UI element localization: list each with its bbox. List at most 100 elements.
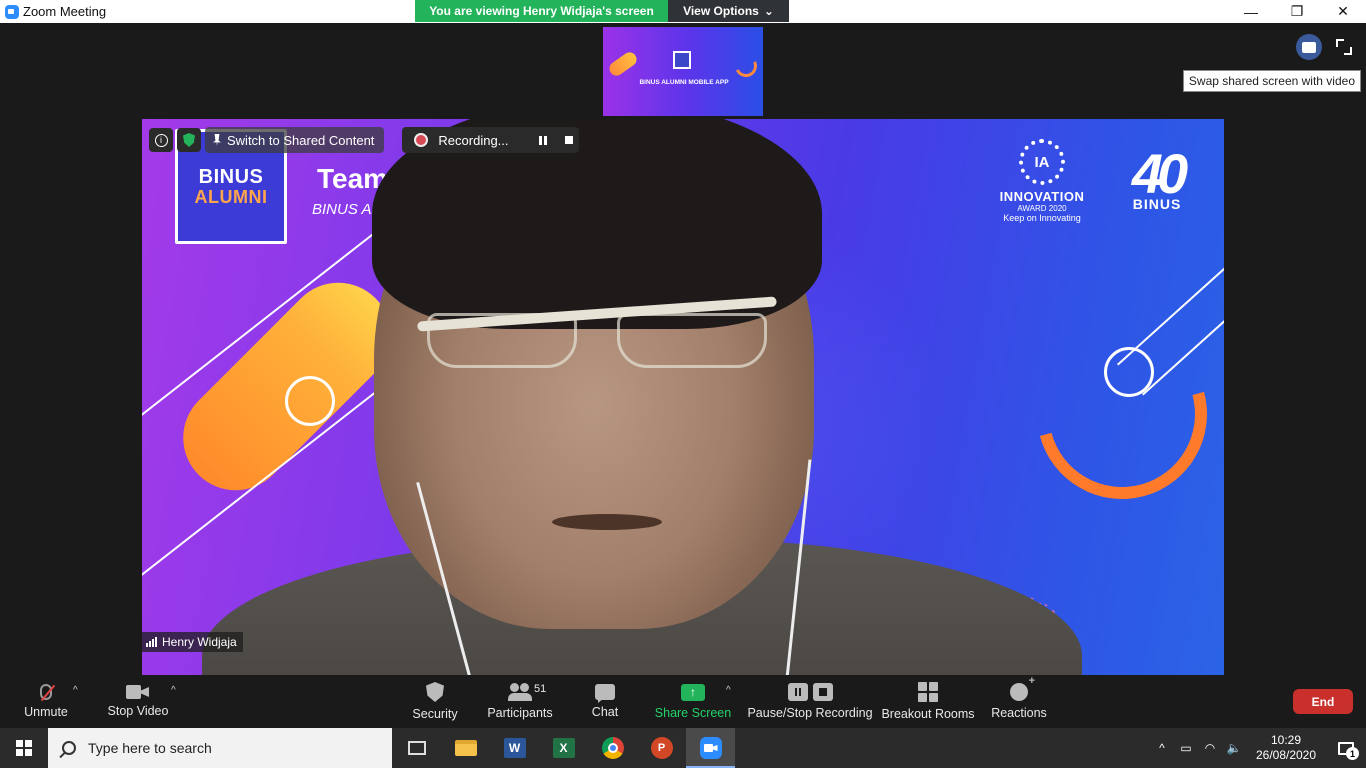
word-button[interactable]: W <box>490 728 539 768</box>
zoom-taskbar-button[interactable] <box>686 728 735 768</box>
search-icon <box>62 741 76 755</box>
chrome-button[interactable] <box>588 728 637 768</box>
excel-button[interactable]: X <box>539 728 588 768</box>
recording-label: Recording... <box>438 132 509 148</box>
battery-icon[interactable]: ▭ <box>1174 728 1198 768</box>
signal-strength-icon <box>146 637 157 647</box>
powerpoint-icon: P <box>650 737 673 759</box>
participants-icon <box>508 683 532 701</box>
decorative-ring <box>285 376 335 426</box>
speaker-mouth <box>552 514 662 530</box>
video-options-caret[interactable]: ^ <box>171 685 176 696</box>
task-view-icon <box>407 741 426 755</box>
volume-icon[interactable]: 🔈 <box>1222 728 1246 768</box>
info-icon: i <box>154 133 168 147</box>
camera-icon <box>126 685 150 699</box>
swap-screen-button[interactable] <box>1296 34 1322 60</box>
unmute-label: Unmute <box>24 705 68 719</box>
clock-time: 10:29 <box>1270 733 1302 747</box>
security-button[interactable]: Security <box>410 675 460 728</box>
viewing-banner: You are viewing Henry Widjaja's screen V… <box>415 0 789 22</box>
decorative-pill-shape <box>606 49 640 79</box>
minimize-button[interactable]: — <box>1228 0 1274 23</box>
reactions-button[interactable]: Reactions <box>990 675 1048 728</box>
meeting-info-button[interactable]: i <box>149 128 173 152</box>
stop-recording-icon[interactable] <box>564 136 573 144</box>
swap-icon <box>1302 41 1316 53</box>
chat-button[interactable]: Chat <box>588 675 622 728</box>
innovation-award-logo: IA INNOVATION AWARD 2020 Keep on Innovat… <box>992 139 1092 223</box>
pause-icon <box>787 683 808 701</box>
chat-label: Chat <box>591 705 619 719</box>
decorative-arc-shape <box>1005 297 1224 531</box>
pause-recording-icon[interactable] <box>538 135 547 145</box>
participant-name-tag: Henry Widjaja <box>142 632 243 652</box>
zoom-app-icon <box>5 4 19 19</box>
restore-button[interactable]: ❐ <box>1274 0 1320 23</box>
close-button[interactable]: ✕ <box>1320 0 1366 23</box>
active-speaker-video[interactable]: BINUS ALUMNI Team BINUS Alum IA INNOVATI… <box>142 119 1224 675</box>
swap-tooltip: Swap shared screen with video <box>1182 70 1361 92</box>
chevron-down-icon: ⌄ <box>763 4 774 18</box>
system-clock[interactable]: 10:29 26/08/2020 <box>1246 733 1326 763</box>
stop-video-label: Stop Video <box>107 704 169 718</box>
wifi-icon[interactable]: ◠ <box>1198 728 1222 768</box>
taskbar-search-box[interactable]: Type here to search <box>48 728 392 768</box>
anniversary-number: 40 <box>1131 142 1188 205</box>
recording-indicator: Recording... <box>402 127 580 153</box>
reactions-label: Reactions <box>991 706 1047 720</box>
folder-icon <box>454 740 477 756</box>
task-view-button[interactable] <box>392 728 441 768</box>
switch-label: Switch to Shared Content <box>227 132 375 148</box>
share-screen-icon: ↑ <box>681 683 705 701</box>
speaker-glasses <box>417 291 777 368</box>
glasses-lens-right <box>617 313 767 368</box>
search-placeholder: Type here to search <box>88 740 212 756</box>
breakout-rooms-icon <box>918 682 938 702</box>
word-icon: W <box>503 738 526 758</box>
system-tray: ^ ▭ ◠ 🔈 10:29 26/08/2020 1 <box>1150 728 1366 768</box>
meeting-stage: BINUS ALUMNI MOBILE APP Swap shared scre… <box>0 23 1366 675</box>
show-hidden-icons-button[interactable]: ^ <box>1150 728 1174 768</box>
participants-count: 51 <box>534 683 547 695</box>
viewing-status-text: You are viewing Henry Widjaja's screen <box>415 0 668 22</box>
encryption-button[interactable] <box>177 128 201 152</box>
excel-icon: X <box>552 738 575 758</box>
binus-anniversary-logo: 40 BINUS <box>1112 142 1202 213</box>
audio-options-caret[interactable]: ^ <box>73 685 78 696</box>
pin-icon <box>213 134 221 146</box>
shared-screen-thumbnail[interactable]: BINUS ALUMNI MOBILE APP <box>603 27 763 116</box>
logo-line-2: ALUMNI <box>194 186 268 207</box>
participant-name: Henry Widjaja <box>162 635 237 649</box>
breakout-rooms-button[interactable]: Breakout Rooms <box>881 675 975 728</box>
powerpoint-button[interactable]: P <box>637 728 686 768</box>
view-options-label: View Options <box>683 4 759 18</box>
decorative-arc-shape <box>731 51 761 81</box>
share-screen-button[interactable]: ↑ Share Screen <box>654 675 732 728</box>
pause-stop-recording-button[interactable]: Pause/Stop Recording <box>747 675 873 728</box>
windows-taskbar: Type here to search W X P ^ ▭ ◠ 🔈 10:29 … <box>0 728 1366 768</box>
thumbnail-text: BINUS ALUMNI MOBILE APP <box>639 79 729 86</box>
logo-line-1: BINUS <box>198 165 264 188</box>
end-meeting-button[interactable]: End <box>1293 689 1353 714</box>
security-label: Security <box>412 707 458 721</box>
unmute-button[interactable]: Unmute <box>20 675 72 728</box>
share-screen-label: Share Screen <box>654 705 732 720</box>
start-button[interactable] <box>0 728 48 768</box>
windows-logo-icon <box>16 740 32 756</box>
sun-icon: IA <box>1019 139 1065 185</box>
chat-icon <box>595 684 615 700</box>
action-center-button[interactable]: 1 <box>1326 728 1366 768</box>
share-options-caret[interactable]: ^ <box>726 685 731 696</box>
breakout-rooms-label: Breakout Rooms <box>881 707 975 721</box>
switch-to-shared-content-button[interactable]: Switch to Shared Content <box>205 127 385 153</box>
glasses-lens-left <box>427 313 577 368</box>
view-options-button[interactable]: View Options ⌄ <box>668 0 789 22</box>
recording-controls-icon <box>787 683 833 701</box>
stop-video-button[interactable]: Stop Video <box>106 675 170 728</box>
shield-icon <box>183 133 195 147</box>
fullscreen-icon[interactable] <box>1334 37 1354 57</box>
award-tagline: Keep on Innovating <box>1003 213 1081 223</box>
file-explorer-button[interactable] <box>441 728 490 768</box>
participants-label: Participants <box>487 706 553 720</box>
